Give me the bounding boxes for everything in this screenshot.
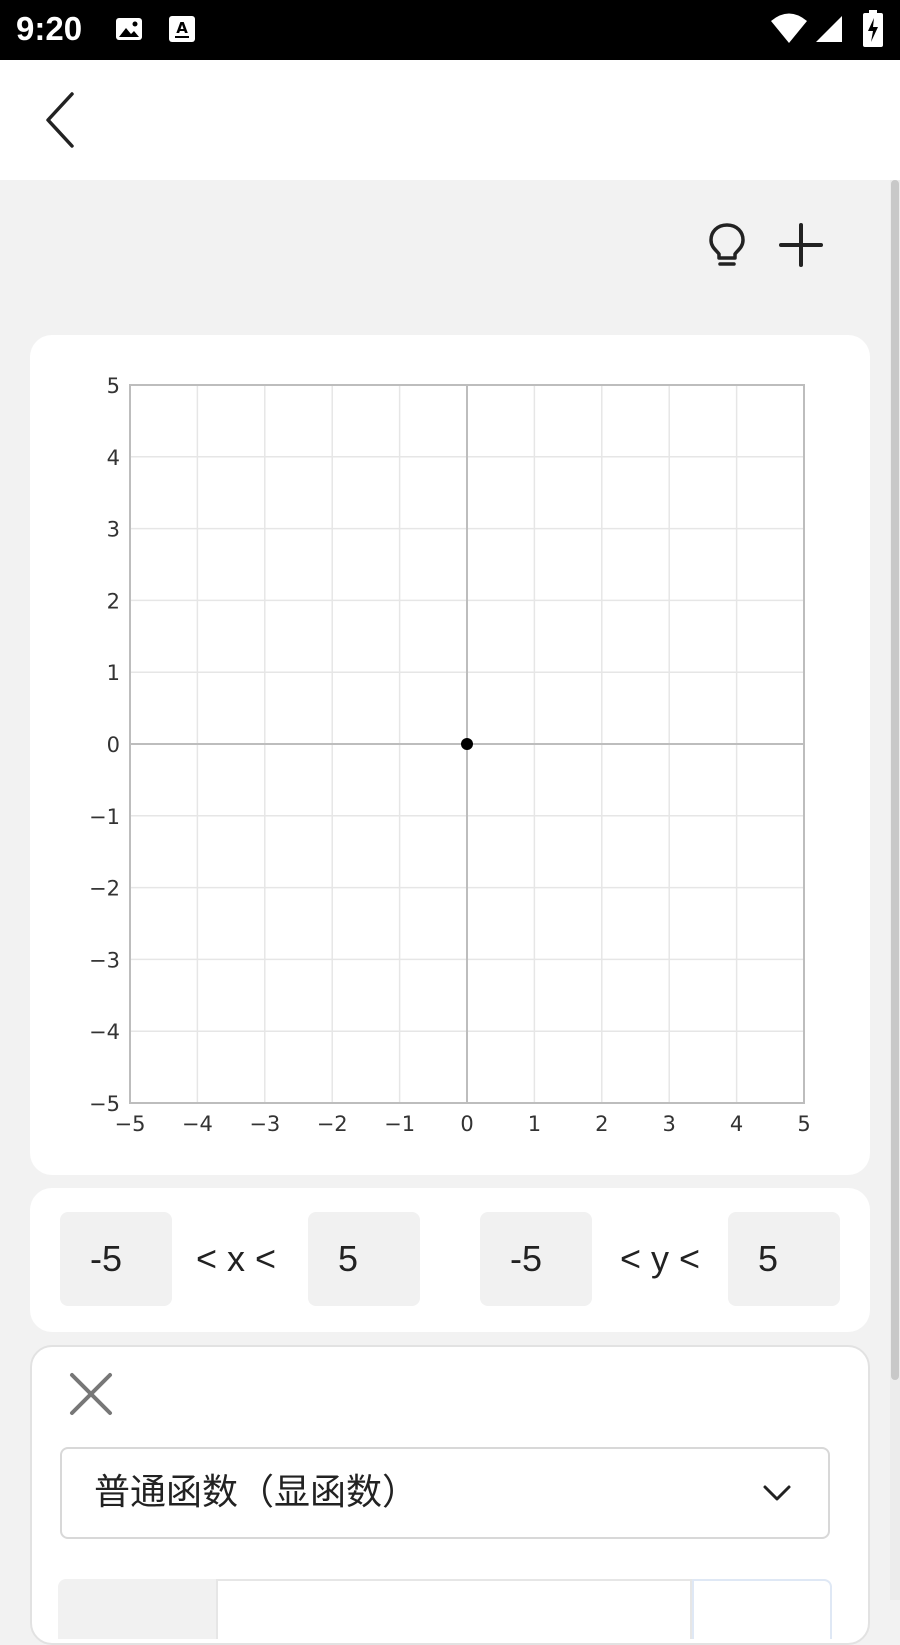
function-card: 普通函数（显函数） [30, 1345, 870, 1645]
x-max-input[interactable]: 5 [308, 1212, 420, 1306]
scrollbar-thumb[interactable] [891, 180, 899, 1380]
y-min-input[interactable]: -5 [480, 1212, 592, 1306]
y-range-label: < y < [620, 1238, 701, 1279]
expression-input[interactable] [216, 1579, 692, 1639]
graph-card: −5 −4 −3 −2 −1 0 1 2 3 4 5 5 4 3 2 1 0 −1 −2 −3 −4 −5 [30, 335, 870, 1175]
x-tick-label: 1 [528, 1112, 541, 1136]
y-tick-label: −4 [89, 1020, 120, 1044]
add-button[interactable] [776, 220, 826, 270]
x-tick-label: 0 [460, 1112, 473, 1136]
y-tick-label: 3 [107, 518, 120, 542]
y-tick-label: 2 [107, 589, 120, 613]
signal-icon [814, 14, 844, 48]
app-header [0, 60, 900, 180]
lightbulb-icon [709, 223, 745, 266]
close-icon [70, 1373, 112, 1415]
chevron-down-icon [763, 1485, 791, 1501]
x-tick-label: 4 [730, 1112, 743, 1136]
function-type-value: 普通函数（显函数） [94, 1472, 419, 1513]
function-type-select[interactable]: 普通函数（显函数） [60, 1447, 830, 1539]
battery-charging-icon [862, 10, 884, 52]
y-tick-label: −3 [89, 948, 120, 972]
y-tick-label: 0 [107, 733, 120, 757]
range-card: -5 < x < 5 -5 < y < 5 [30, 1188, 870, 1332]
svg-text:A: A [176, 19, 188, 37]
y-max-input[interactable]: 5 [728, 1212, 840, 1306]
y-tick-label: 5 [107, 374, 120, 398]
y-tick-label: 1 [107, 661, 120, 685]
status-bar: 9:20 A [0, 0, 900, 60]
y-tick-label: 4 [107, 446, 120, 470]
x-tick-label: −3 [249, 1112, 280, 1136]
expression-prefix [58, 1579, 216, 1639]
back-button[interactable] [36, 90, 86, 150]
image-icon [114, 14, 144, 48]
x-tick-label: 2 [595, 1112, 608, 1136]
y-tick-label: −5 [89, 1092, 120, 1116]
x-tick-label: 3 [663, 1112, 676, 1136]
x-range-label: < x < [196, 1238, 277, 1279]
text-recognition-icon: A [168, 14, 196, 48]
y-tick-label: −1 [89, 805, 120, 829]
y-tick-label: −2 [89, 877, 120, 901]
expression-action[interactable] [692, 1579, 832, 1639]
status-time: 9:20 [16, 10, 83, 47]
data-point [461, 738, 473, 750]
chevron-left-icon [46, 92, 74, 148]
wifi-icon [770, 12, 808, 48]
x-min-input[interactable]: -5 [60, 1212, 172, 1306]
x-tick-label: 5 [797, 1112, 810, 1136]
x-tick-label: −4 [182, 1112, 213, 1136]
function-graph[interactable]: −5 −4 −3 −2 −1 0 1 2 3 4 5543210−1−2−3−4−5 [30, 335, 870, 1175]
plus-icon [779, 223, 823, 267]
close-button[interactable] [68, 1371, 114, 1417]
hint-button[interactable] [702, 220, 752, 270]
x-tick-label: −1 [384, 1112, 415, 1136]
x-tick-label: −2 [317, 1112, 348, 1136]
